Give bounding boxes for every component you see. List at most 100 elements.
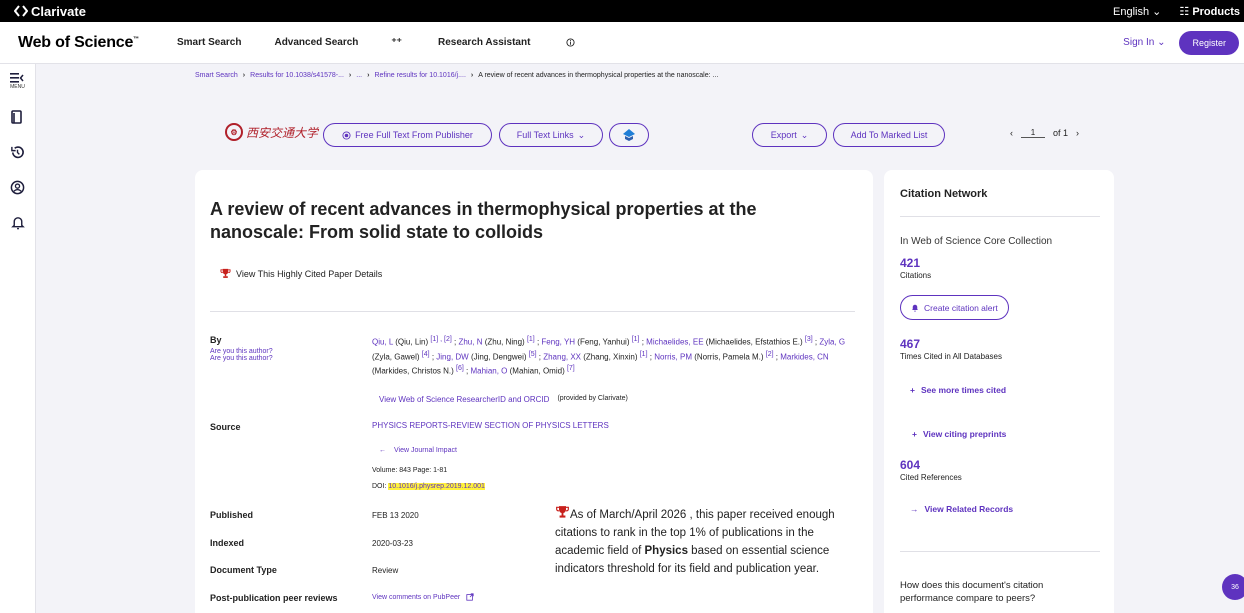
clarivate-mark-icon (14, 5, 28, 17)
chevron-down-icon: ⌄ (1152, 5, 1162, 18)
author-link[interactable]: Michaelides, EE (646, 338, 703, 347)
side-marked-lists[interactable] (11, 110, 24, 125)
plus-icon: + (910, 385, 915, 395)
side-divider (900, 216, 1100, 217)
published-label: Published (210, 510, 254, 520)
sign-in-menu[interactable]: Sign In ⌄ (1123, 37, 1165, 48)
author-link[interactable]: Qiu, L (372, 338, 393, 347)
times-cited-count[interactable]: 467 (900, 337, 1002, 351)
author-full-name: (Feng, Yanhui) (575, 337, 632, 347)
bell-icon (911, 304, 919, 312)
breadcrumb-current: A review of recent advances in thermophy… (478, 72, 719, 79)
export-button[interactable]: Export ⌄ (752, 123, 827, 147)
chat-assistant-badge[interactable]: 36 (1222, 574, 1244, 600)
arrow-right-icon: → (910, 504, 919, 514)
cited-references-count[interactable]: 604 (900, 458, 962, 472)
citation-network-card: Citation Network In Web of Science Core … (884, 170, 1114, 613)
products-menu[interactable]: ☷ Products (1179, 5, 1240, 18)
side-history[interactable] (10, 145, 25, 160)
researcher-id-row: View Web of Science ResearcherID and ORC… (379, 395, 628, 404)
author-link[interactable]: Zyla, G (819, 338, 845, 347)
are-you-author-link[interactable]: Are you this author? Are you this author… (210, 348, 273, 362)
main-nav: Smart Search Advanced Search ⁺⁺ Research… (177, 37, 608, 48)
doi-row: DOI: 10.1016/j.physrep.2019.12.001 (372, 483, 485, 490)
author-link[interactable]: Feng, YH (541, 338, 575, 347)
language-select[interactable]: English ⌄ (1113, 5, 1161, 18)
provided-by-label: (provided by Clarivate) (557, 395, 628, 402)
prev-record-icon[interactable]: ‹ (1010, 128, 1013, 138)
citations-label: Citations (900, 271, 932, 280)
author-affiliation-ref[interactable]: [7] (567, 365, 575, 372)
breadcrumb-results[interactable]: Results for 10.1038/s41578-... (250, 72, 344, 79)
add-to-marked-list-button[interactable]: Add To Marked List (833, 123, 945, 147)
author-link[interactable]: Norris, PM (654, 352, 692, 361)
journal-impact-link[interactable]: ← View Journal Impact (379, 447, 457, 454)
clarivate-logo[interactable]: Clarivate (14, 4, 86, 19)
author-link[interactable]: Zhang, XX (543, 352, 581, 361)
nav-research-assistant[interactable]: ⁺⁺ Research Assistant (391, 37, 575, 48)
breadcrumb-sep: › (470, 72, 474, 79)
breadcrumb-smart-search[interactable]: Smart Search (195, 72, 238, 79)
breadcrumb-refine[interactable]: Refine results for 10.1016/j.... (374, 72, 465, 79)
author-link[interactable]: Mahian, O (470, 367, 507, 376)
record-title: A review of recent advances in thermophy… (210, 199, 757, 242)
author-affiliation-ref[interactable]: [6] (456, 365, 464, 372)
target-icon (342, 130, 351, 140)
author-full-name: (Zhu, Ning) (482, 337, 527, 347)
author-affiliation-ref[interactable]: [2] (766, 351, 774, 358)
author-full-name: (Qiu, Lin) (393, 337, 431, 347)
core-collection-label: In Web of Science Core Collection (900, 236, 1053, 247)
view-citing-preprints-link[interactable]: + View citing preprints (912, 429, 1006, 439)
side-alerts[interactable] (10, 215, 25, 230)
kopernio-button[interactable] (609, 123, 649, 147)
breadcrumb-sep: › (242, 72, 246, 79)
author-affiliation-ref[interactable]: [1] , [2] (430, 336, 451, 343)
author-affiliation-ref[interactable]: [4] (422, 351, 430, 358)
doi-link[interactable]: 10.1016/j.physrep.2019.12.001 (388, 483, 485, 490)
view-related-records-link[interactable]: → View Related Records (910, 504, 1013, 514)
author-affiliation-ref[interactable]: [1] (527, 336, 535, 343)
create-citation-alert-button[interactable]: Create citation alert (900, 295, 1009, 320)
register-button[interactable]: Register (1179, 30, 1239, 55)
nav-smart-search[interactable]: Smart Search (177, 37, 241, 48)
next-record-icon[interactable]: › (1076, 128, 1079, 138)
university-logo[interactable]: ⚙ 西安交通大学 (225, 123, 318, 141)
menu-label: MENU (10, 84, 25, 90)
author-affiliation-ref[interactable]: [1] (632, 336, 640, 343)
free-full-text-button[interactable]: Free Full Text From Publisher (323, 123, 492, 147)
wos-logo[interactable]: Web of Science™ (18, 34, 139, 52)
source-journal-link[interactable]: PHYSICS REPORTS-REVIEW SECTION OF PHYSIC… (372, 421, 609, 430)
author-link[interactable]: Markides, CN (780, 352, 828, 361)
researcher-id-link[interactable]: View Web of Science ResearcherID and ORC… (379, 395, 549, 404)
pubpeer-link[interactable]: View comments on PubPeer (372, 593, 474, 601)
author-affiliation-ref[interactable]: [5] (529, 351, 537, 358)
by-label: By (210, 335, 222, 345)
see-more-times-cited-link[interactable]: + See more times cited (910, 385, 1006, 395)
breadcrumb-sep: › (348, 72, 352, 79)
menu-icon (10, 73, 25, 83)
breadcrumb-ellipsis[interactable]: ... (356, 72, 362, 79)
citation-network-title: Citation Network (900, 188, 988, 200)
external-link-icon (466, 593, 474, 601)
author-link[interactable]: Zhu, N (458, 338, 482, 347)
full-text-links-button[interactable]: Full Text Links ⌄ (499, 123, 603, 147)
source-label: Source (210, 422, 241, 432)
author-affiliation-ref[interactable]: [1] (640, 351, 648, 358)
author-link[interactable]: Jing, DW (436, 352, 468, 361)
wos-header: Web of Science™ Smart Search Advanced Se… (0, 22, 1244, 64)
nav-advanced-search[interactable]: Advanced Search (274, 37, 358, 48)
kopernio-icon (623, 129, 635, 141)
author-list: Qiu, L (Qiu, Lin) [1] , [2] ; Zhu, N (Zh… (372, 334, 852, 378)
citations-count[interactable]: 421 (900, 256, 931, 270)
side-profile[interactable] (10, 180, 25, 195)
chevron-down-icon: ⌄ (577, 129, 586, 140)
page-of-label: of 1 (1053, 128, 1069, 138)
times-cited-label: Times Cited in All Databases (900, 352, 1002, 361)
author-affiliation-ref[interactable]: [3] (805, 336, 813, 343)
record-toolbar: ⚙ 西安交通大学 Free Full Text From Publisher F… (195, 120, 1095, 150)
page-number-input[interactable]: 1 (1021, 128, 1045, 138)
volume-page: Volume: 843 Page: 1-81 (372, 467, 448, 474)
doc-type-label: Document Type (210, 565, 277, 575)
menu-toggle[interactable]: MENU (10, 72, 25, 90)
highly-cited-link[interactable]: View This Highly Cited Paper Details (220, 268, 382, 279)
